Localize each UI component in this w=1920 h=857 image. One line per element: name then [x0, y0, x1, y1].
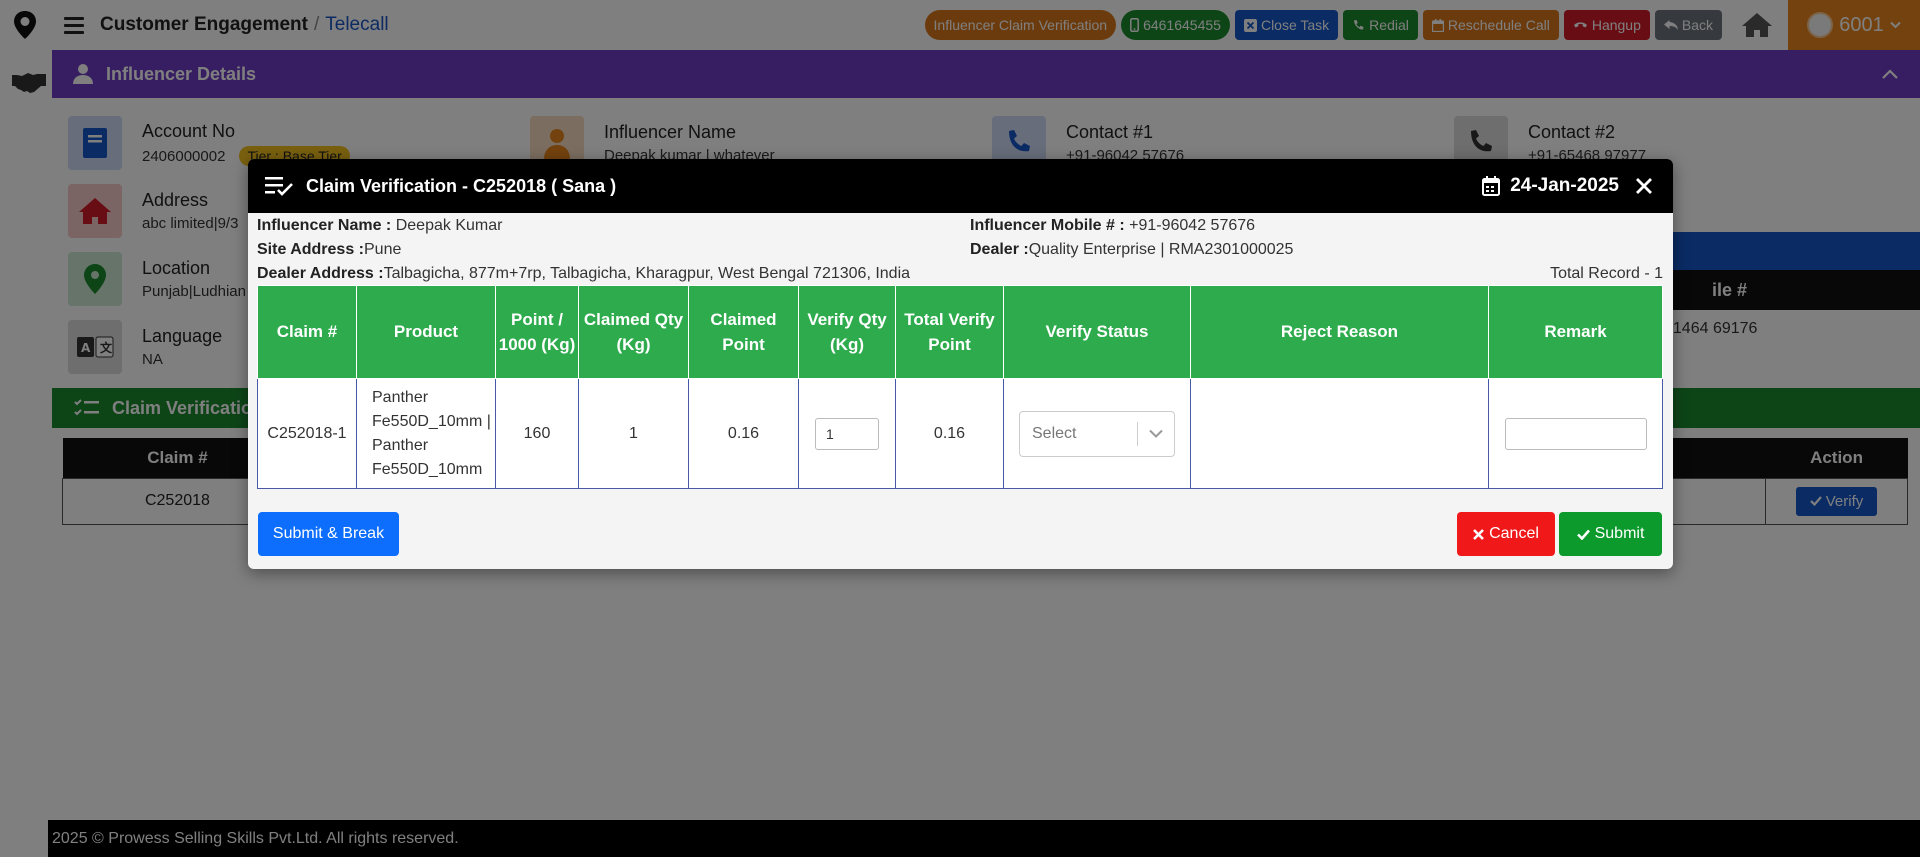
- modal-info: Influencer Name : Deepak Kumar Site Addr…: [248, 213, 1673, 285]
- claimed-qty-cell: 1: [578, 378, 689, 489]
- claim-verification-modal: Claim Verification - C252018 ( Sana ) 24…: [248, 159, 1673, 569]
- product-header: Product: [356, 285, 496, 379]
- verify-qty-cell: 1: [798, 378, 896, 489]
- modal-title: Claim Verification - C252018 ( Sana ): [306, 175, 617, 196]
- cancel-label: Cancel: [1489, 525, 1539, 542]
- dealer-address-label: Dealer Address :: [257, 265, 384, 282]
- verify-qty-header: Verify Qty (Kg): [798, 285, 896, 379]
- claimed-qty-header: Claimed Qty (Kg): [578, 285, 689, 379]
- modal-header: Claim Verification - C252018 ( Sana ) 24…: [248, 159, 1673, 213]
- submit-label: Submit: [1594, 525, 1645, 542]
- site-address-value: Pune: [364, 241, 402, 258]
- point-per-header: Point / 1000 (Kg): [495, 285, 579, 379]
- total-record: Total Record - 1: [1550, 265, 1663, 282]
- calendar-icon: [1482, 176, 1501, 196]
- product-cell: Panther Fe550D_10mm | Panther Fe550D_10m…: [356, 378, 496, 489]
- influencer-mobile-value: +91-96042 57676: [1129, 217, 1256, 234]
- influencer-mobile-label: Influencer Mobile # :: [970, 217, 1125, 234]
- cancel-button[interactable]: Cancel: [1457, 512, 1555, 556]
- verify-status-cell: Select: [1003, 378, 1191, 489]
- verify-qty-input[interactable]: 1: [815, 417, 879, 450]
- remark-cell: [1488, 378, 1663, 489]
- submit-button[interactable]: Submit: [1559, 512, 1662, 556]
- modal-date-value: 24-Jan-2025: [1510, 175, 1619, 196]
- site-address-label: Site Address :: [257, 241, 364, 258]
- claim-cell: C252018-1: [257, 378, 357, 489]
- verify-status-header: Verify Status: [1003, 285, 1191, 379]
- claim-detail-header: Claim # Product Point / 1000 (Kg) Claime…: [257, 285, 1663, 379]
- total-verify-point-cell: 0.16: [895, 378, 1004, 489]
- modal-footer: Submit & Break Cancel Submit: [248, 512, 1673, 558]
- site-address-row: Site Address :Pune: [257, 241, 401, 259]
- checklist-icon: [265, 177, 293, 196]
- remark-input[interactable]: [1504, 417, 1647, 450]
- influencer-name-row: Influencer Name : Deepak Kumar: [257, 217, 502, 235]
- claim-header: Claim #: [257, 285, 357, 379]
- dealer-address-row: Dealer Address :Talbagicha, 877m+7rp, Ta…: [257, 265, 910, 283]
- influencer-name-info-value: Deepak Kumar: [395, 217, 503, 234]
- dealer-row: Dealer :Quality Enterprise | RMA23010000…: [970, 241, 1293, 259]
- influencer-name-info-label: Influencer Name :: [257, 217, 392, 234]
- point-per-cell: 160: [495, 378, 579, 489]
- submit-break-button[interactable]: Submit & Break: [258, 512, 399, 556]
- close-icon[interactable]: [1635, 177, 1653, 195]
- dealer-address-value: Talbagicha, 877m+7rp, Talbagicha, Kharag…: [383, 265, 911, 282]
- verify-status-select[interactable]: Select: [1019, 410, 1175, 457]
- check-icon: [1576, 529, 1590, 540]
- dealer-label: Dealer :: [970, 241, 1029, 258]
- reject-reason-cell: [1190, 378, 1489, 489]
- claim-detail-table-wrap: Claim # Product Point / 1000 (Kg) Claime…: [257, 285, 1663, 489]
- submit-break-label: Submit & Break: [272, 525, 385, 542]
- dealer-value: Quality Enterprise | RMA2301000025: [1028, 241, 1294, 258]
- modal-date: 24-Jan-2025: [1482, 175, 1619, 197]
- chevron-down-icon: [1138, 429, 1174, 438]
- remark-header: Remark: [1488, 285, 1663, 379]
- reject-reason-header: Reject Reason: [1190, 285, 1489, 379]
- claim-detail-table: Claim # Product Point / 1000 (Kg) Claime…: [257, 285, 1663, 489]
- claimed-point-header: Claimed Point: [688, 285, 799, 379]
- close-icon: [1473, 528, 1485, 540]
- table-row: C252018-1 Panther Fe550D_10mm | Panther …: [257, 378, 1663, 489]
- verify-qty-value: 1: [826, 425, 834, 442]
- total-verify-point-header: Total Verify Point: [895, 285, 1004, 379]
- claimed-point-cell: 0.16: [688, 378, 799, 489]
- mobile-row: Influencer Mobile # : +91-96042 57676: [970, 217, 1255, 235]
- verify-status-placeholder: Select: [1032, 424, 1077, 442]
